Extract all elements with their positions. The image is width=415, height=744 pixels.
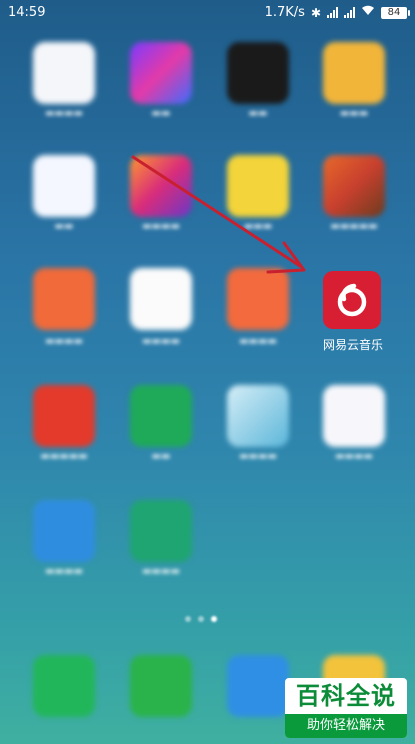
app-label-blurred: ▬▬▬▬: [142, 221, 180, 232]
page-dot-active[interactable]: [211, 616, 217, 622]
app-label-blurred: ▬▬: [248, 108, 268, 119]
app-label-blurred: ▬▬: [151, 108, 171, 119]
watermark-logo: 百科全说 助你轻松解决: [285, 678, 407, 738]
watermark-title: 百科全说: [296, 682, 396, 710]
page-indicator[interactable]: [185, 616, 217, 622]
app-label-blurred: ▬▬▬▬: [45, 108, 83, 119]
app-icon-video[interactable]: [33, 42, 95, 104]
app-icon-screen-recorder[interactable]: [33, 268, 95, 330]
app-label-blurred: ▬▬▬▬: [45, 336, 83, 347]
app-icon-cloud[interactable]: [323, 385, 385, 447]
app-label-blurred: ▬▬▬▬: [45, 566, 83, 577]
app-label-blurred: ▬▬▬: [243, 221, 273, 232]
app-label-blurred: ▬▬▬▬: [239, 336, 277, 347]
app-label-blurred: ▬▬▬▬▬: [40, 451, 88, 462]
app-label-blurred: ▬▬▬▬: [142, 566, 180, 577]
app-icon-browser[interactable]: [227, 385, 289, 447]
app-icon-qqmusic[interactable]: [227, 155, 289, 217]
page-dot[interactable]: [185, 616, 191, 622]
app-label-netease-music: 网易云音乐: [322, 338, 383, 352]
app-label-blurred: ▬▬: [151, 451, 171, 462]
app-icon-baidu[interactable]: [33, 155, 95, 217]
page-dot[interactable]: [198, 616, 204, 622]
app-icon-notes[interactable]: [130, 268, 192, 330]
netease-music-icon: [337, 283, 367, 317]
app-label-blurred: ▬▬: [54, 221, 74, 232]
wechat-app-icon[interactable]: [130, 655, 192, 717]
home-app-grid: ▬▬▬▬ ▬▬ ▬▬ ▬▬▬ ▬▬ ▬▬▬▬ ▬▬▬ ▬▬▬▬▬ ▬▬▬▬ ▬▬…: [0, 0, 415, 744]
app-label-blurred: ▬▬▬▬: [239, 451, 277, 462]
app-icon-files[interactable]: [130, 500, 192, 562]
app-icon-wallet[interactable]: [323, 42, 385, 104]
app-label-blurred: ▬▬▬▬: [142, 336, 180, 347]
app-icon-iqiyi[interactable]: [130, 155, 192, 217]
app-label-blurred: ▬▬▬▬: [335, 451, 373, 462]
app-label-blurred: ▬▬▬▬▬: [330, 221, 378, 232]
phone-app-icon[interactable]: [33, 655, 95, 717]
messages-app-icon[interactable]: [227, 655, 289, 717]
app-icon-fitness[interactable]: [227, 42, 289, 104]
app-label-blurred: ▬▬▬: [339, 108, 369, 119]
app-icon-mi-home[interactable]: [130, 385, 192, 447]
app-icon-game[interactable]: [323, 155, 385, 217]
app-icon-calendar[interactable]: [33, 500, 95, 562]
app-icon-video-red[interactable]: [33, 385, 95, 447]
app-icon-theme[interactable]: [130, 42, 192, 104]
app-icon-mi-store[interactable]: [227, 268, 289, 330]
app-icon-netease-music[interactable]: [323, 271, 381, 329]
watermark-subtitle: 助你轻松解决: [285, 714, 407, 738]
